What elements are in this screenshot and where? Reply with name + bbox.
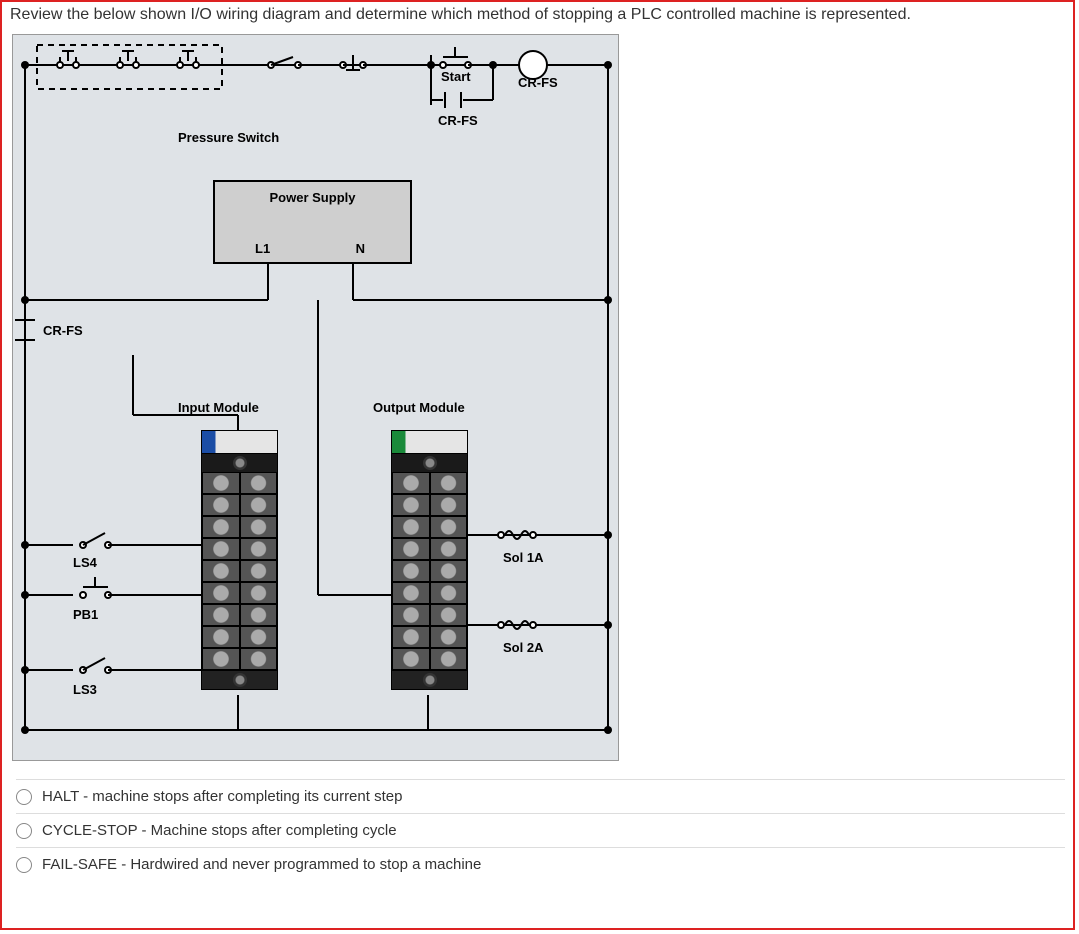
label-pressure-switch: Pressure Switch <box>178 130 279 145</box>
option-fail-safe[interactable]: FAIL-SAFE - Hardwired and never programm… <box>16 847 1065 881</box>
label-sol1a: Sol 1A <box>503 550 543 565</box>
radio-icon[interactable] <box>16 789 32 805</box>
output-module-graphic <box>391 430 468 690</box>
label-crfs-contact: CR-FS <box>43 323 83 338</box>
power-supply-box: Power Supply L1 N <box>213 180 412 264</box>
label-ls4: LS4 <box>73 555 97 570</box>
option-label: HALT - machine stops after completing it… <box>42 788 402 805</box>
label-n: N <box>356 241 365 256</box>
radio-icon[interactable] <box>16 857 32 873</box>
label-sol2a: Sol 2A <box>503 640 543 655</box>
label-power-supply: Power Supply <box>215 190 410 205</box>
io-wiring-diagram: Pressure Switch Start CR-FS CR-FS CR-FS … <box>12 34 619 761</box>
option-label: FAIL-SAFE - Hardwired and never programm… <box>42 856 481 873</box>
answer-options: HALT - machine stops after completing it… <box>16 779 1065 881</box>
label-pb1: PB1 <box>73 607 98 622</box>
option-cycle-stop[interactable]: CYCLE-STOP - Machine stops after complet… <box>16 813 1065 847</box>
label-l1: L1 <box>255 241 270 256</box>
label-ls3: LS3 <box>73 682 97 697</box>
question-text: Review the below shown I/O wiring diagra… <box>10 6 1065 24</box>
option-halt[interactable]: HALT - machine stops after completing it… <box>16 779 1065 813</box>
question-container: Review the below shown I/O wiring diagra… <box>0 0 1075 930</box>
label-start: Start <box>441 69 471 84</box>
input-module-graphic <box>201 430 278 690</box>
label-crfs-seal: CR-FS <box>438 113 478 128</box>
label-output-module: Output Module <box>373 400 465 415</box>
label-crfs-coil: CR-FS <box>518 75 558 90</box>
label-input-module: Input Module <box>178 400 259 415</box>
radio-icon[interactable] <box>16 823 32 839</box>
option-label: CYCLE-STOP - Machine stops after complet… <box>42 822 397 839</box>
